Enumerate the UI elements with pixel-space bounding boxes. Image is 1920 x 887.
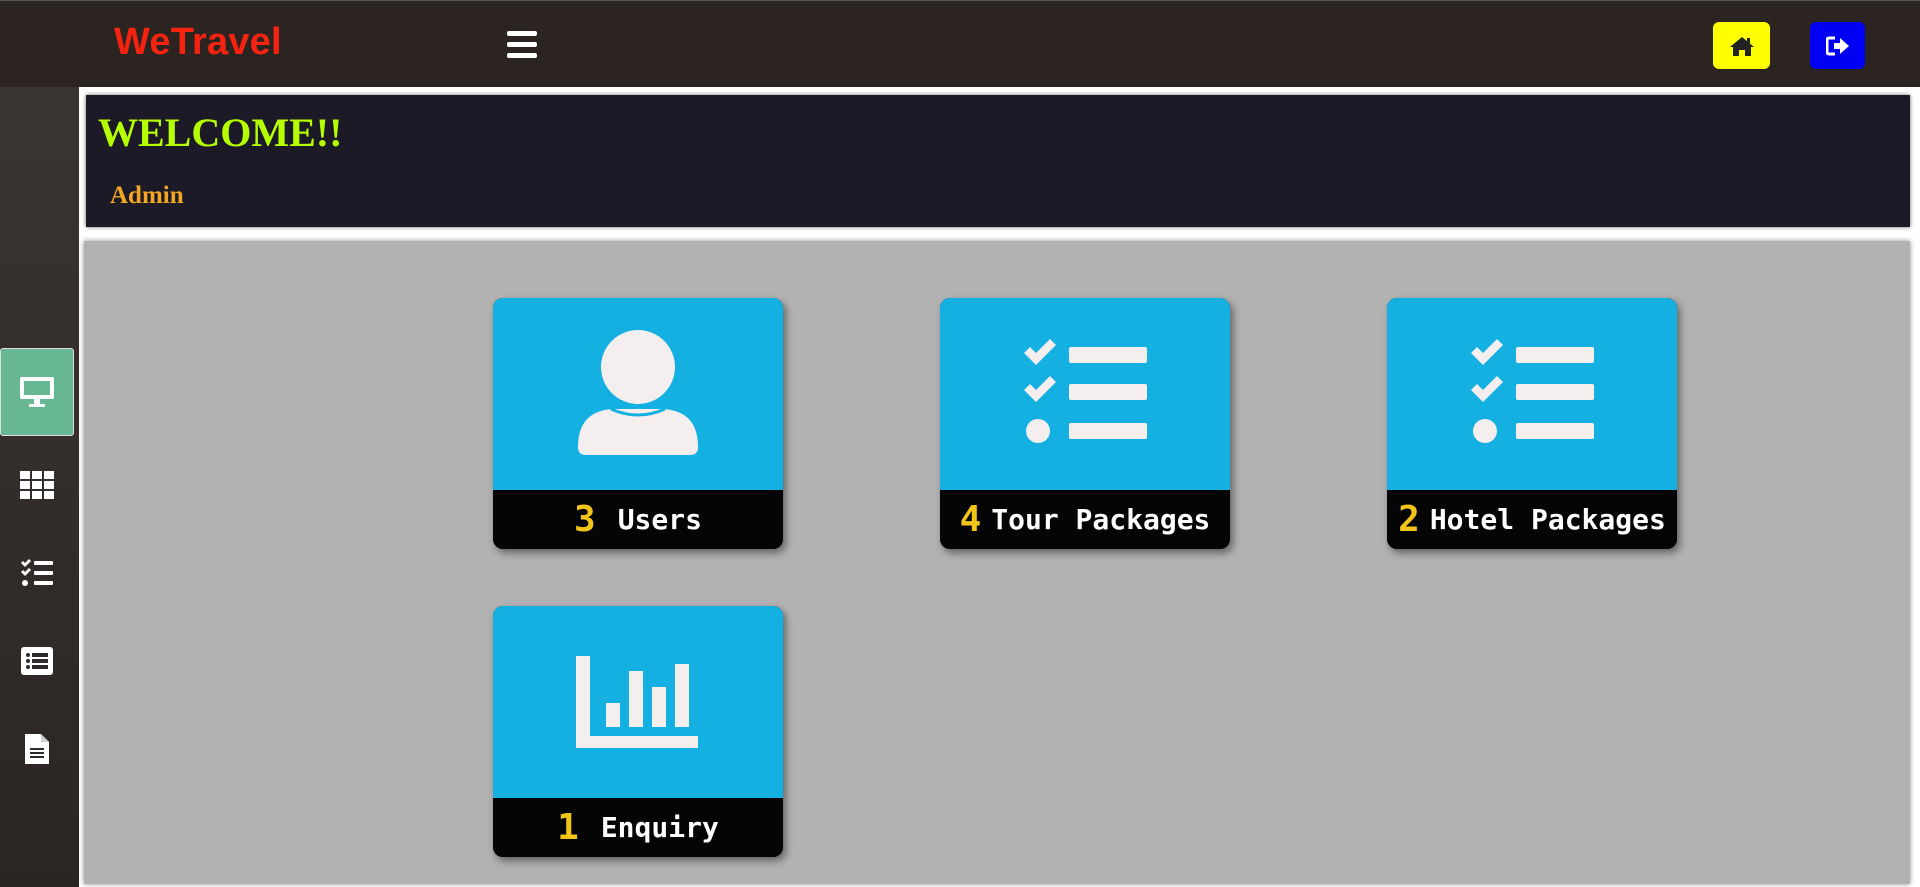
welcome-panel: WELCOME!! Admin: [86, 95, 1910, 227]
sidebar-item-list[interactable]: [0, 617, 74, 705]
home-button[interactable]: [1713, 22, 1770, 69]
enquiry-count: 1: [557, 807, 579, 848]
tasks-icon: [1024, 339, 1147, 443]
tour-packages-count: 4: [959, 499, 982, 540]
card-footer: 4 Tour Packages: [940, 490, 1230, 549]
sign-out-icon: [1825, 36, 1849, 55]
user-icon: [578, 330, 698, 455]
card-footer: 2 Hotel Packages: [1387, 490, 1677, 549]
card-icon-area: [493, 298, 783, 490]
enquiry-label: Enquiry: [600, 811, 719, 844]
sidebar: [0, 87, 79, 887]
hotel-packages-count: 2: [1398, 499, 1420, 540]
home-icon: [1729, 36, 1754, 56]
card-icon-area: [493, 606, 783, 798]
card-footer: 3 Users: [493, 490, 783, 549]
file-text-icon: [25, 734, 49, 764]
card-icon-area: [1387, 298, 1677, 490]
sidebar-item-grid[interactable]: [0, 441, 74, 529]
enquiry-card[interactable]: 1 Enquiry: [493, 606, 783, 857]
menu-toggle-icon[interactable]: [507, 31, 537, 59]
bar-chart-icon: [576, 656, 698, 748]
welcome-username: Admin: [110, 182, 184, 209]
welcome-title: WELCOME!!: [98, 110, 343, 155]
card-footer: 1 Enquiry: [493, 798, 783, 857]
tasks-icon: [1471, 339, 1594, 443]
users-card[interactable]: 3 Users: [493, 298, 783, 549]
desktop-icon: [20, 377, 54, 407]
list-alt-icon: [21, 647, 53, 675]
hotel-packages-label: Hotel Packages: [1429, 503, 1666, 536]
top-navbar: WeTravel: [0, 0, 1920, 87]
grid-icon: [20, 471, 54, 499]
sidebar-item-reports[interactable]: [0, 705, 74, 793]
tour-packages-label: Tour Packages: [991, 503, 1211, 536]
hotel-packages-card[interactable]: 2 Hotel Packages: [1387, 298, 1677, 549]
brand-logo[interactable]: WeTravel: [114, 21, 282, 64]
tasks-icon: [21, 559, 53, 586]
tour-packages-card[interactable]: 4 Tour Packages: [940, 298, 1230, 549]
sidebar-item-tasks[interactable]: [0, 529, 74, 617]
sidebar-item-dashboard[interactable]: [0, 348, 74, 436]
dashboard-panel: 3 Users 4 Tour Packages 2 Hotel Packages…: [84, 241, 1910, 884]
users-count: 3: [574, 499, 596, 540]
logout-button[interactable]: [1810, 22, 1865, 69]
users-label: Users: [617, 503, 702, 536]
card-icon-area: [940, 298, 1230, 490]
